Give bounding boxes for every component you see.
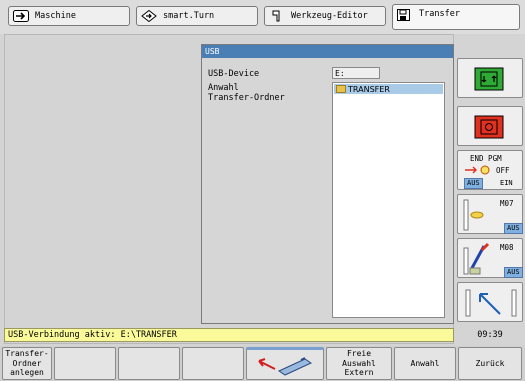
vertical-softkey-bar: END PGM OFF AUS EIN M07 AUS M08 AUS: [455, 34, 525, 344]
m08-button[interactable]: M08 AUS: [457, 238, 523, 278]
usb-device-field[interactable]: E:: [332, 67, 380, 79]
select-label: Anwahl: [208, 83, 239, 93]
green-program-icon: [474, 67, 504, 91]
new-transfer-folder-button[interactable]: Transfer- Ordner anlegen: [2, 347, 52, 380]
folder-list[interactable]: TRANSFER: [332, 82, 445, 318]
m08-label: M08: [500, 243, 514, 252]
tab-werkzeug-editor[interactable]: Werkzeug-Editor: [264, 6, 386, 26]
softkey-2[interactable]: [54, 347, 116, 380]
clock: 09:39: [457, 326, 523, 344]
tab-label: Maschine: [35, 11, 76, 21]
tab-smart-turn[interactable]: smart.Turn: [136, 6, 258, 26]
aus-badge: AUS: [504, 267, 523, 278]
usb-dialog: USB USB-Device E: Anwahl Transfer-Ordner…: [201, 44, 454, 324]
tab-transfer[interactable]: Transfer: [392, 4, 520, 30]
softkey-4[interactable]: [182, 347, 244, 380]
select-button[interactable]: Anwahl: [394, 347, 456, 380]
m07-button[interactable]: M07 AUS: [457, 194, 523, 234]
transfer-folder-label: Transfer-Ordner: [208, 93, 285, 103]
list-item[interactable]: TRANSFER: [334, 84, 443, 94]
cycle-start-button[interactable]: [457, 58, 523, 98]
usb-device-label: USB-Device: [208, 69, 260, 79]
tab-label: Transfer: [419, 9, 460, 19]
usb-stick-icon: [258, 356, 313, 376]
m07-label: M07: [500, 199, 514, 208]
tab-label: Werkzeug-Editor: [291, 11, 368, 21]
diamond-arrow-icon: [141, 9, 157, 23]
end-pgm-button[interactable]: END PGM OFF AUS EIN: [457, 150, 523, 190]
softkey-3[interactable]: [118, 347, 180, 380]
diagonal-arrow-icon: [465, 289, 517, 317]
arrow-right-icon: [465, 165, 490, 175]
dialog-title: USB: [202, 45, 453, 58]
floppy-icon: [397, 9, 413, 21]
ein-label: EIN: [500, 179, 513, 187]
aus-badge: AUS: [464, 178, 483, 189]
cycle-stop-button[interactable]: [457, 106, 523, 146]
tab-label: smart.Turn: [163, 11, 215, 21]
folder-name: TRANSFER: [348, 84, 390, 94]
status-bar: USB-Verbindung aktiv: E:\TRANSFER: [4, 328, 454, 342]
folder-icon: [336, 85, 346, 93]
jog-button[interactable]: [457, 282, 523, 322]
off-label: OFF: [496, 166, 510, 175]
tab-bar: Maschine smart.Turn Werkzeug-Editor Tran…: [0, 0, 525, 34]
free-selection-external-button[interactable]: Freie Auswahl Extern: [326, 347, 392, 380]
red-program-icon: [474, 115, 504, 139]
back-button[interactable]: Zurück: [458, 347, 522, 380]
usb-eject-button[interactable]: [246, 347, 324, 380]
aus-badge: AUS: [504, 223, 523, 234]
softkey-bar: Transfer- Ordner anlegen Freie Auswahl E…: [0, 346, 525, 381]
coolant-spray-icon: [463, 242, 490, 275]
end-pgm-label: END PGM: [470, 154, 502, 163]
arrow-right-icon: [13, 10, 29, 22]
tool-icon: [269, 10, 285, 22]
coolant-icon: [463, 199, 484, 231]
tab-maschine[interactable]: Maschine: [8, 6, 130, 26]
